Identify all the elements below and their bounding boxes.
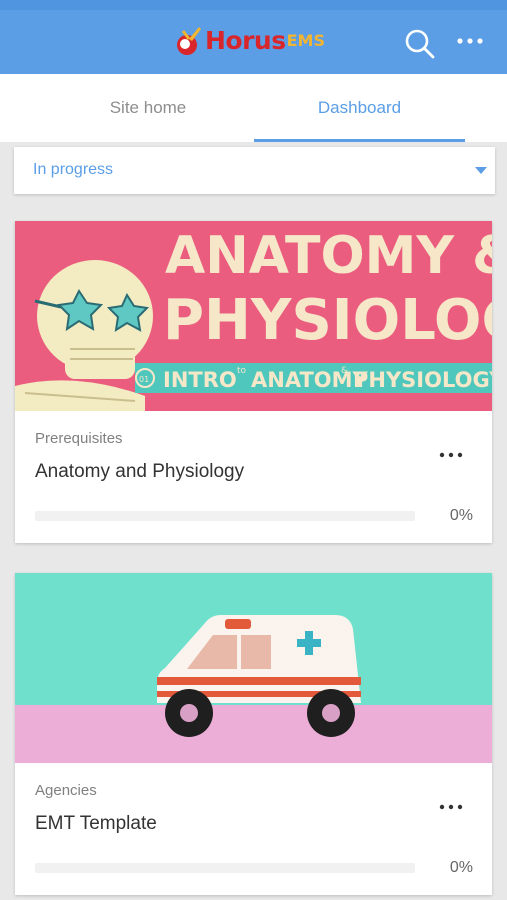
course-image[interactable] [15, 573, 492, 763]
course-menu-button[interactable] [435, 446, 469, 464]
course-progress-bar [35, 863, 415, 873]
course-card[interactable]: ANATOMY & PHYSIOLOGY 01 INTRO to ANATOMY… [15, 221, 492, 543]
chevron-down-icon [475, 167, 487, 174]
course-progress-label: 0% [449, 507, 473, 524]
course-menu-button[interactable] [435, 798, 469, 816]
image-banner-a: INTRO [163, 368, 237, 392]
more-horizontal-icon [439, 804, 463, 810]
course-category: Agencies [35, 782, 97, 799]
course-title[interactable]: Anatomy and Physiology [35, 461, 244, 483]
search-icon [405, 29, 435, 59]
app-header: Horus EMS [0, 0, 507, 74]
search-button[interactable] [402, 26, 436, 60]
course-category: Prerequisites [35, 430, 123, 447]
more-options-button[interactable] [454, 28, 488, 56]
course-progress-label: 0% [449, 859, 473, 876]
logo-wordmark: Horus [205, 25, 286, 55]
app-logo[interactable]: Horus EMS [175, 20, 325, 60]
tab-site-home[interactable]: Site home [45, 74, 251, 142]
logo-mark [175, 25, 205, 55]
image-banner-to: to [237, 366, 247, 376]
course-filter-select[interactable]: In progress [14, 147, 495, 194]
more-horizontal-icon [439, 452, 463, 458]
tab-label: Site home [109, 98, 187, 117]
image-headline-2: PHYSIOLOGY [163, 288, 492, 353]
logo-suffix: EMS [286, 30, 325, 50]
image-banner-b: ANATOMY [251, 368, 369, 392]
course-image[interactable]: ANATOMY & PHYSIOLOGY 01 INTRO to ANATOMY… [15, 221, 492, 411]
image-banner-amp: & [341, 366, 348, 376]
tab-dashboard[interactable]: Dashboard [254, 74, 465, 142]
tab-label: Dashboard [317, 98, 402, 117]
status-strip [0, 0, 507, 10]
course-title[interactable]: EMT Template [35, 813, 157, 835]
course-progress-bar [35, 511, 415, 521]
active-tab-indicator [254, 139, 465, 142]
more-horizontal-icon [457, 38, 483, 44]
image-banner-c: PHYSIOLOGY [353, 368, 492, 392]
main-tabs: Site home Dashboard [0, 74, 507, 142]
image-headline-1: ANATOMY & [165, 226, 492, 286]
filter-selected-value: In progress [33, 161, 114, 178]
image-badge: 01 [139, 375, 149, 384]
course-card[interactable]: Agencies EMT Template 0% [15, 573, 492, 895]
